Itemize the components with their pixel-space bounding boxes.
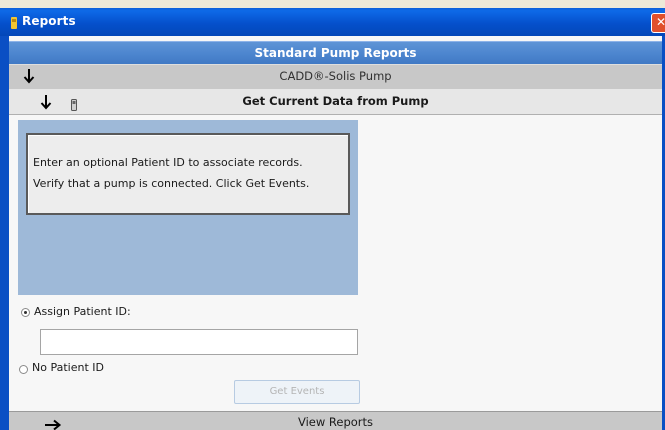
patient-id-input[interactable] — [40, 329, 358, 355]
instruction-line-1: Enter an optional Patient ID to associat… — [33, 156, 303, 169]
assign-patient-id-radio[interactable] — [21, 308, 30, 317]
pump-model-label: CADD®-Solis Pump — [279, 69, 392, 83]
get-events-button[interactable]: Get Events — [234, 380, 360, 404]
window-frame-left — [0, 36, 9, 430]
section-header-title: Standard Pump Reports — [254, 46, 417, 60]
title-bar[interactable]: Reports ✕ — [0, 8, 665, 36]
view-reports-row[interactable]: View Reports — [9, 411, 662, 430]
no-patient-id-label[interactable]: No Patient ID — [32, 361, 104, 374]
reports-window: Reports ✕ Standard Pump Reports CADD®-So… — [0, 0, 665, 430]
get-data-label: Get Current Data from Pump — [242, 94, 429, 108]
instruction-box: Enter an optional Patient ID to associat… — [26, 133, 350, 215]
assign-patient-id-label[interactable]: Assign Patient ID: — [34, 305, 131, 318]
close-button[interactable]: ✕ — [651, 13, 665, 33]
instruction-line-2: Verify that a pump is connected. Click G… — [33, 177, 310, 190]
app-icon — [10, 15, 18, 29]
section-header: Standard Pump Reports — [9, 41, 662, 65]
get-data-row[interactable]: Get Current Data from Pump — [9, 89, 662, 115]
view-reports-label: View Reports — [297, 415, 374, 429]
no-patient-id-radio[interactable] — [19, 365, 28, 374]
window-title: Reports — [22, 14, 76, 28]
close-icon: ✕ — [655, 15, 665, 29]
pump-model-row[interactable]: CADD®-Solis Pump — [9, 64, 662, 90]
radio-selected-dot — [24, 311, 27, 314]
